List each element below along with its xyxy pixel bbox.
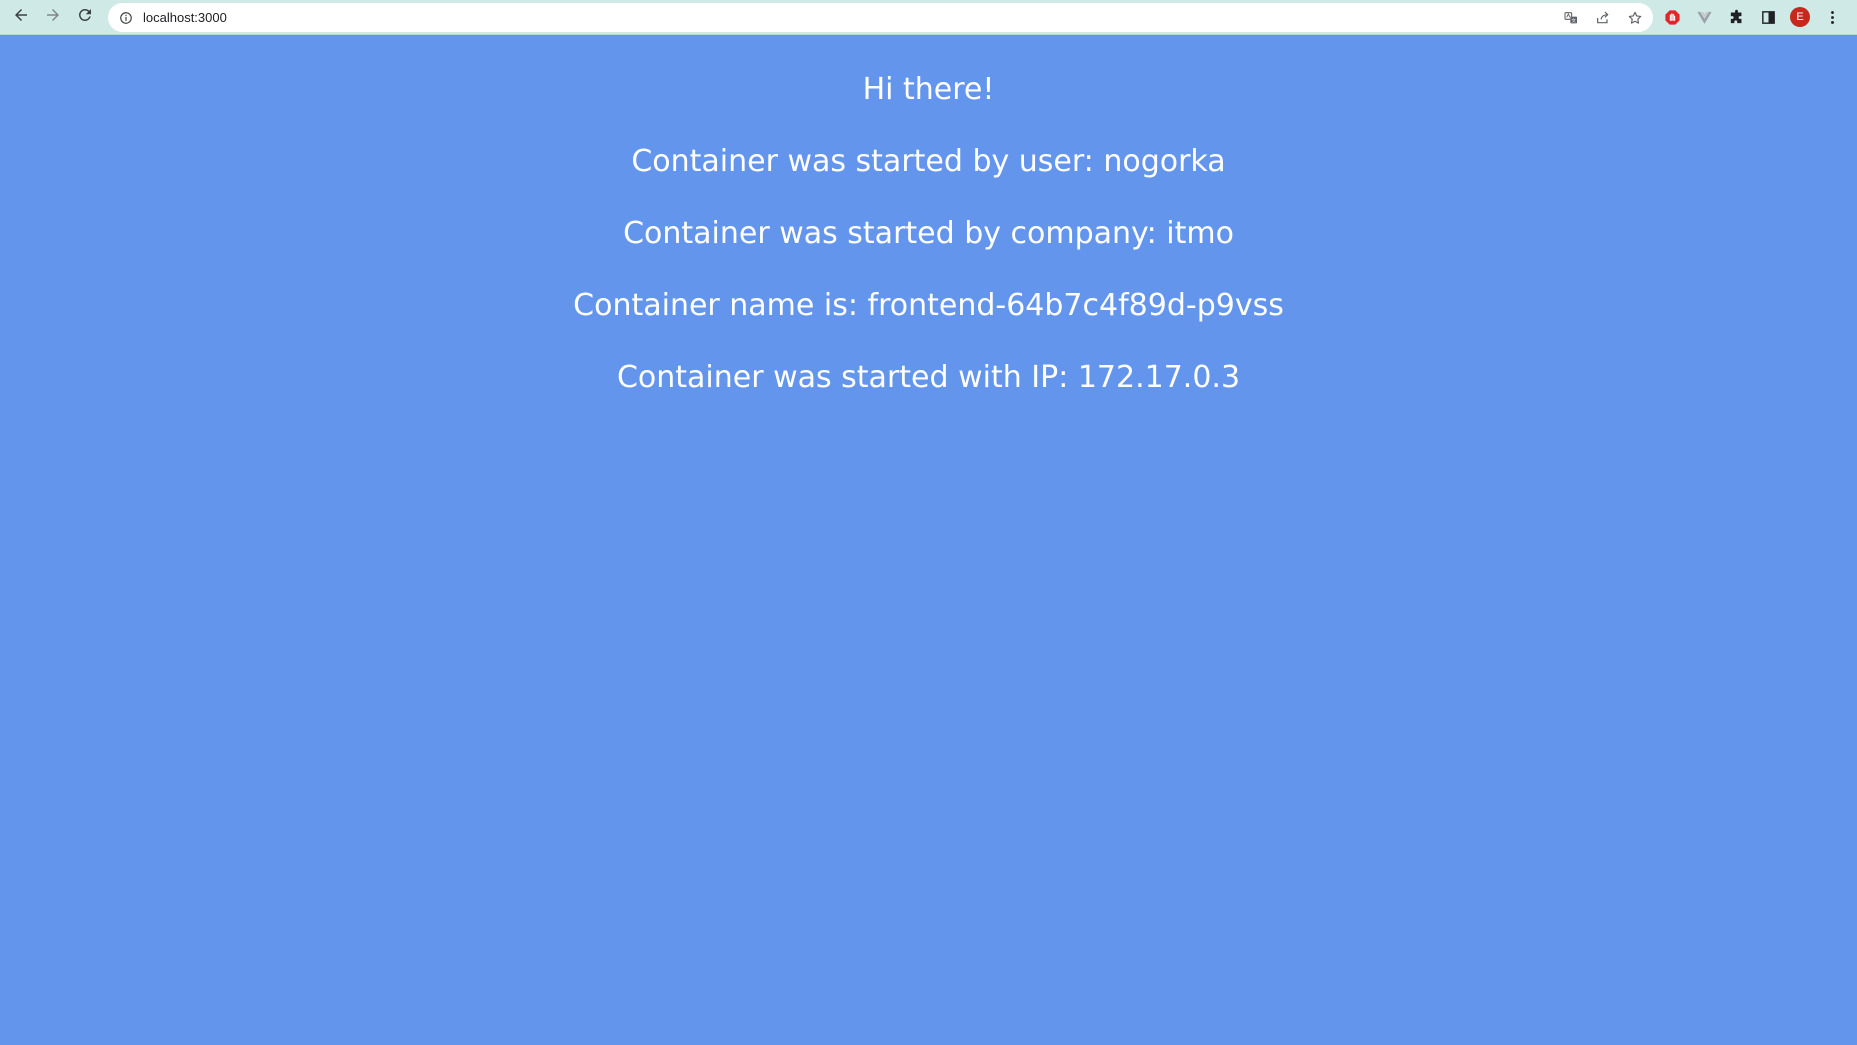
stop-hand-icon[interactable]: [1660, 5, 1684, 29]
profile-button[interactable]: E: [1788, 5, 1812, 29]
browser-toolbar: localhost:3000 文 E: [0, 0, 1857, 35]
puzzle-icon[interactable]: [1724, 5, 1748, 29]
company-info-text: Container was started by company: itmo: [623, 216, 1234, 251]
forward-button[interactable]: [39, 3, 67, 31]
translate-icon[interactable]: 文: [1561, 8, 1581, 28]
vue-devtools-icon[interactable]: [1692, 5, 1716, 29]
greeting-text: Hi there!: [862, 72, 995, 107]
address-bar[interactable]: localhost:3000 文: [108, 3, 1653, 32]
info-icon[interactable]: [118, 10, 134, 26]
user-info-text: Container was started by user: nogorka: [631, 144, 1226, 179]
kebab-menu-icon[interactable]: [1820, 5, 1844, 29]
share-icon[interactable]: [1593, 8, 1613, 28]
reload-button[interactable]: [71, 3, 99, 31]
arrow-left-icon: [12, 6, 30, 29]
page-content: Hi there! Container was started by user:…: [0, 36, 1857, 396]
star-icon[interactable]: [1625, 8, 1645, 28]
arrow-right-icon: [44, 6, 62, 29]
avatar: E: [1790, 7, 1810, 27]
container-ip-text: Container was started with IP: 172.17.0.…: [616, 360, 1241, 395]
address-bar-actions: 文: [1561, 3, 1645, 32]
reload-icon: [76, 6, 94, 29]
extensions-area: E: [1660, 3, 1844, 31]
side-panel-icon[interactable]: [1756, 5, 1780, 29]
back-button[interactable]: [7, 3, 35, 31]
url-text[interactable]: localhost:3000: [143, 10, 227, 25]
container-name-text: Container name is: frontend-64b7c4f89d-p…: [573, 288, 1284, 323]
